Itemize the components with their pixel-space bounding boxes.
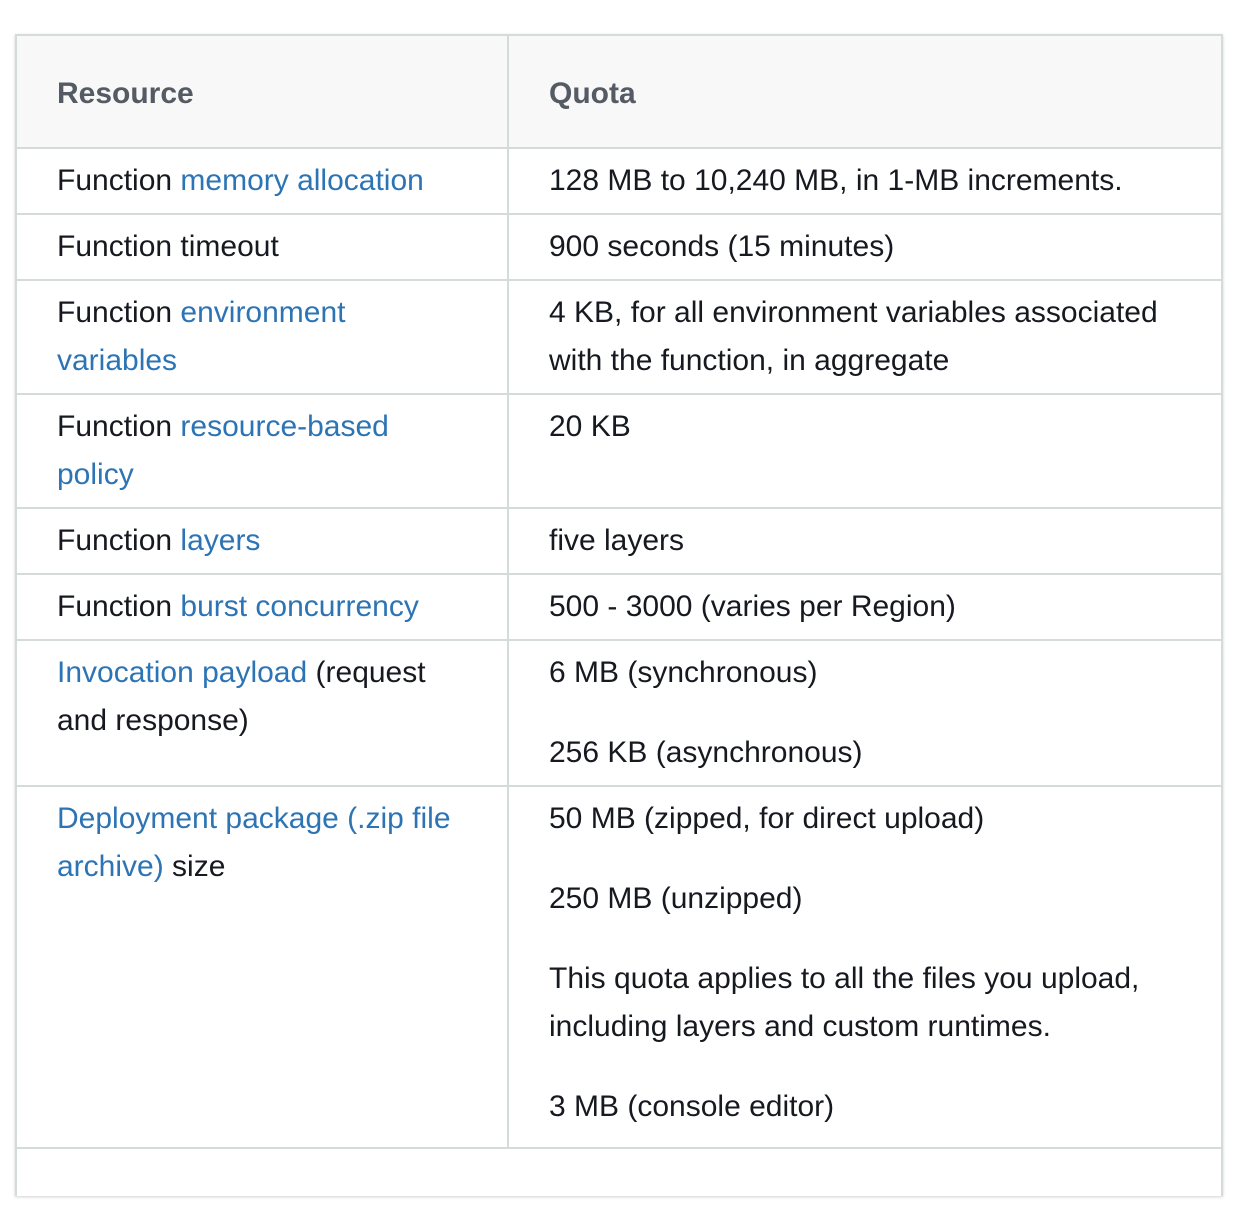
quotas-table-container: Resource Quota Function memory allocatio… xyxy=(15,34,1223,1196)
quota-cell: 50 MB (zipped, for direct upload) 250 MB … xyxy=(507,786,1221,1149)
quota-value: 500 - 3000 (varies per Region) xyxy=(549,590,956,623)
resource-text: Function timeout xyxy=(57,230,279,263)
resource-text: Function xyxy=(57,164,181,197)
quota-value: 250 MB (unzipped) xyxy=(549,882,803,915)
quota-cell: 4 KB, for all environment variables asso… xyxy=(507,280,1221,395)
resource-cell: Function environment variables xyxy=(17,280,508,395)
quota-cell: 500 - 3000 (varies per Region) xyxy=(507,574,1221,641)
table-row: Deployment package (.zip file archive) s… xyxy=(17,786,1221,1149)
table-header: Resource Quota xyxy=(17,36,1221,149)
resource-cell: Function burst concurrency xyxy=(17,574,508,641)
quotas-table: Resource Quota Function memory allocatio… xyxy=(17,36,1221,1149)
quota-cell: 6 MB (synchronous) 256 KB (asynchronous) xyxy=(507,640,1221,787)
quota-value: 20 KB xyxy=(549,410,631,443)
resource-cell: Function layers xyxy=(17,508,508,575)
quota-cell: 900 seconds (15 minutes) xyxy=(507,214,1221,281)
resource-text: size xyxy=(163,850,226,883)
resource-link[interactable]: memory allocation xyxy=(180,164,423,197)
column-header-quota[interactable]: Quota xyxy=(507,36,1221,149)
table-row: Function memory allocation 128 MB to 10,2… xyxy=(17,148,1221,215)
resource-cell: Invocation payload (request and response… xyxy=(17,640,508,787)
quota-value: 6 MB (synchronous) xyxy=(549,656,818,689)
resource-link[interactable]: Deployment package (.zip file archive) xyxy=(57,802,451,883)
table-row: Function burst concurrency 500 - 3000 (va… xyxy=(17,574,1221,641)
table-row: Function layers five layers xyxy=(17,508,1221,575)
quota-cell: five layers xyxy=(507,508,1221,575)
resource-cell: Deployment package (.zip file archive) s… xyxy=(17,786,508,1149)
table-body: Function memory allocation 128 MB to 10,2… xyxy=(17,148,1221,1149)
resource-text: Function xyxy=(57,524,181,557)
resource-cell: Function memory allocation xyxy=(17,148,508,215)
resource-link[interactable]: layers xyxy=(180,524,260,557)
quota-value: five layers xyxy=(549,524,685,557)
quota-value: 256 KB (asynchronous) xyxy=(549,736,863,769)
header-row: Resource Quota xyxy=(17,36,1221,149)
resource-text: Function xyxy=(57,590,181,623)
resource-link[interactable]: Invocation payload xyxy=(57,656,307,689)
table-row: Function timeout 900 seconds (15 minutes) xyxy=(17,214,1221,281)
quota-cell: 128 MB to 10,240 MB, in 1-MB increments. xyxy=(507,148,1221,215)
quota-value: 900 seconds (15 minutes) xyxy=(549,230,895,263)
resource-cell: Function resource-based policy xyxy=(17,394,508,509)
resource-cell: Function timeout xyxy=(17,214,508,281)
quota-value: This quota applies to all the files you … xyxy=(549,962,1140,1043)
quota-value: 128 MB to 10,240 MB, in 1-MB increments. xyxy=(549,164,1123,197)
quota-value: 4 KB, for all environment variables asso… xyxy=(549,296,1158,377)
resource-link[interactable]: burst concurrency xyxy=(180,590,418,623)
column-header-resource[interactable]: Resource xyxy=(17,36,508,149)
resource-text: Function xyxy=(57,410,181,443)
resource-text: Function xyxy=(57,296,181,329)
quota-cell: 20 KB xyxy=(507,394,1221,509)
quota-value: 3 MB (console editor) xyxy=(549,1090,835,1123)
quota-value: 50 MB (zipped, for direct upload) xyxy=(549,802,985,835)
table-row: Invocation payload (request and response… xyxy=(17,640,1221,787)
table-row: Function environment variables 4 KB, for … xyxy=(17,280,1221,395)
table-row: Function resource-based policy 20 KB xyxy=(17,394,1221,509)
